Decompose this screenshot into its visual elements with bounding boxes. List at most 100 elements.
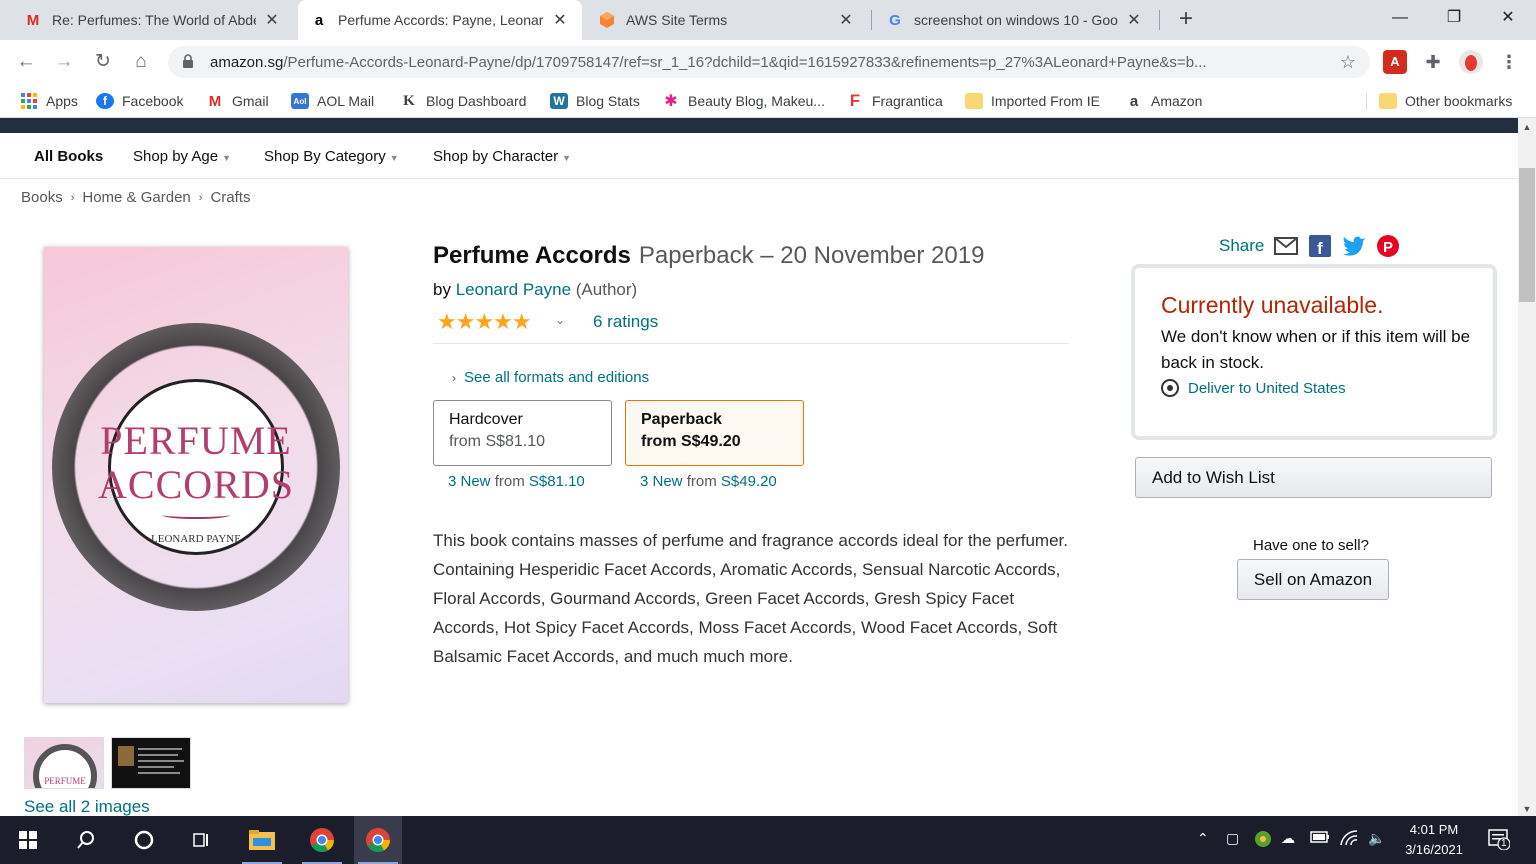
amazon-header-band xyxy=(0,118,1518,133)
from-label: from xyxy=(494,473,525,490)
see-all-formats-link[interactable]: › See all formats and editions xyxy=(452,369,649,386)
facebook-icon[interactable]: f xyxy=(1308,235,1332,257)
star-rating-icon[interactable]: ★★★★★ xyxy=(437,309,532,335)
close-tab-icon[interactable]: ✕ xyxy=(836,10,856,30)
tab-amazon[interactable]: a Perfume Accords: Payne, Leonard ✕ xyxy=(298,0,582,40)
battery-icon[interactable] xyxy=(1310,830,1330,846)
new-offers-link[interactable]: 3 New xyxy=(448,473,491,490)
subnav-all-books[interactable]: All Books xyxy=(34,148,103,165)
minimize-button[interactable]: — xyxy=(1372,0,1428,38)
notifications-icon[interactable]: 1 xyxy=(1488,828,1511,853)
file-explorer-icon[interactable] xyxy=(238,816,286,864)
task-view-icon[interactable] xyxy=(178,816,226,864)
acrobat-extension-icon[interactable]: A xyxy=(1383,50,1407,74)
chrome-icon[interactable] xyxy=(298,816,346,864)
new-tab-button[interactable]: + xyxy=(1172,6,1200,34)
browser-menu-icon[interactable]: ⋮ xyxy=(1497,50,1521,74)
bookmark-apps[interactable]: Apps xyxy=(20,92,78,110)
close-tab-icon[interactable]: ✕ xyxy=(262,10,282,30)
app-tray-icon[interactable] xyxy=(1254,830,1272,851)
windows-start-icon[interactable] xyxy=(4,816,52,864)
product-description: This book contains masses of perfume and… xyxy=(433,531,1068,666)
bookmark-star-icon[interactable]: ☆ xyxy=(1340,52,1356,73)
bookmark-gmail[interactable]: M Gmail xyxy=(206,92,269,110)
device-icon[interactable]: ▢ xyxy=(1226,830,1239,847)
lock-icon xyxy=(182,53,196,71)
windows-taskbar: ⌃ ▢ ☁ 🔈 4:01 PM 3/16/2021 1 xyxy=(0,816,1536,864)
forward-button[interactable]: → xyxy=(50,48,78,76)
books-subnav: All Books Shop by Age ▼ Shop By Category ▼… xyxy=(0,133,1518,179)
wifi-icon[interactable] xyxy=(1340,830,1358,849)
reload-button[interactable]: ↻ xyxy=(89,48,117,76)
scrollbar-thumb[interactable] xyxy=(1519,168,1535,302)
bookmark-imported-from-ie[interactable]: Imported From IE xyxy=(965,92,1100,110)
close-tab-icon[interactable]: ✕ xyxy=(1124,10,1144,30)
deliver-to-link[interactable]: Deliver to United States xyxy=(1161,379,1346,397)
aws-icon xyxy=(598,11,616,29)
facebook-icon: f xyxy=(96,93,114,109)
share-label: Share xyxy=(1219,236,1265,255)
add-to-wish-list-button[interactable]: Add to Wish List xyxy=(1135,457,1492,498)
subnav-shop-by-character[interactable]: Shop by Character ▼ xyxy=(433,148,571,165)
chrome-active-icon[interactable] xyxy=(354,816,402,864)
breadcrumb-home-garden[interactable]: Home & Garden xyxy=(82,189,190,206)
bookmark-amazon[interactable]: a Amazon xyxy=(1125,92,1203,110)
format-swatch-paperback[interactable]: Paperback from S$49.20 xyxy=(625,400,804,466)
volume-icon[interactable]: 🔈 xyxy=(1368,830,1385,847)
bookmark-other-bookmarks[interactable]: Other bookmarks xyxy=(1379,92,1512,110)
see-all-images-link[interactable]: See all 2 images xyxy=(24,797,150,816)
product-format-date: Paperback – 20 November 2019 xyxy=(638,242,985,269)
gmail-icon: M xyxy=(208,92,222,110)
email-icon[interactable] xyxy=(1274,235,1299,257)
system-clock[interactable]: 4:01 PM 3/16/2021 xyxy=(1396,820,1472,860)
book-cover-image[interactable]: PERFUME ACCORDS LEONARD PAYNE xyxy=(44,247,348,703)
profile-avatar[interactable] xyxy=(1459,50,1483,74)
ratings-count-link[interactable]: 6 ratings xyxy=(593,312,658,332)
address-bar[interactable]: amazon.sg/Perfume-Accords-Leonard-Payne/… xyxy=(168,46,1370,78)
apps-grid-icon xyxy=(20,93,38,109)
bookmark-fragrantica[interactable]: F Fragrantica xyxy=(846,91,943,110)
cortana-icon[interactable] xyxy=(120,816,168,864)
chevron-down-icon[interactable]: ⌄ xyxy=(555,313,565,327)
close-window-button[interactable]: ✕ xyxy=(1480,0,1536,38)
thumbnail-front-cover[interactable]: PERFUME xyxy=(24,737,104,789)
show-hidden-icons-chevron-icon[interactable]: ⌃ xyxy=(1197,830,1209,847)
tab-aws[interactable]: AWS Site Terms ✕ xyxy=(586,0,868,40)
subnav-shop-by-category[interactable]: Shop By Category ▼ xyxy=(264,148,399,165)
pinterest-icon[interactable]: P xyxy=(1376,235,1400,257)
extensions-puzzle-icon[interactable]: ✚ xyxy=(1421,50,1445,74)
thumbnail-back-cover[interactable] xyxy=(111,737,191,789)
sell-on-amazon-button[interactable]: Sell on Amazon xyxy=(1237,559,1389,600)
twitter-icon[interactable] xyxy=(1342,235,1366,257)
search-icon[interactable] xyxy=(62,816,110,864)
thumbnail-title: PERFUME xyxy=(44,776,86,786)
bookmark-aol-mail[interactable]: Aol AOL Mail xyxy=(291,92,374,110)
breadcrumb-books[interactable]: Books xyxy=(21,189,63,206)
back-button[interactable]: ← xyxy=(12,48,40,76)
divider xyxy=(433,343,1069,344)
subnav-shop-by-age[interactable]: Shop by Age ▼ xyxy=(133,148,231,165)
restore-button[interactable]: ❐ xyxy=(1426,0,1482,38)
beauty-blog-icon: ✱ xyxy=(664,93,678,110)
new-offers-price[interactable]: S$49.20 xyxy=(721,473,777,490)
gmail-icon: M xyxy=(26,11,40,29)
tab-google[interactable]: G screenshot on windows 10 - Goo ✕ xyxy=(874,0,1156,40)
format-swatch-hardcover[interactable]: Hardcover from S$81.10 xyxy=(433,400,612,466)
new-offers-link[interactable]: 3 New xyxy=(640,473,683,490)
breadcrumb-crafts[interactable]: Crafts xyxy=(210,189,250,206)
aol-icon: Aol xyxy=(291,93,309,109)
scroll-down-arrow-icon[interactable]: ▼ xyxy=(1518,804,1536,814)
bookmark-facebook[interactable]: f Facebook xyxy=(96,92,183,110)
close-tab-icon[interactable]: ✕ xyxy=(550,10,570,30)
bookmark-beauty-blog[interactable]: ✱ Beauty Blog, Makeu... xyxy=(662,92,825,110)
bookmark-blog-dashboard[interactable]: K Blog Dashboard xyxy=(400,92,526,110)
page-scrollbar[interactable]: ▲ ▼ xyxy=(1518,118,1536,816)
tab-gmail[interactable]: M Re: Perfumes: The World of Abdes ✕ xyxy=(12,0,294,40)
home-button[interactable]: ⌂ xyxy=(127,48,155,76)
dropdown-caret-icon: ▼ xyxy=(562,153,571,163)
new-offers-price[interactable]: S$81.10 xyxy=(529,473,585,490)
bookmark-blog-stats[interactable]: W Blog Stats xyxy=(550,92,640,110)
author-link[interactable]: Leonard Payne xyxy=(456,280,571,299)
scroll-up-arrow-icon[interactable]: ▲ xyxy=(1518,122,1536,132)
onedrive-cloud-icon[interactable]: ☁ xyxy=(1281,830,1295,847)
